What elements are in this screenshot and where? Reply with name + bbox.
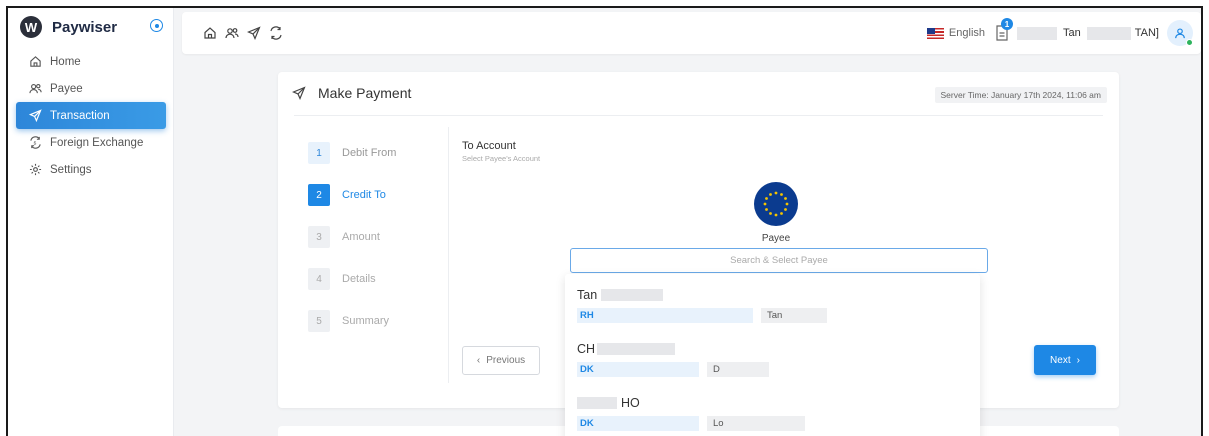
step-number: 2 bbox=[308, 184, 330, 206]
sidebar-toggle-icon[interactable] bbox=[150, 19, 163, 32]
brand[interactable]: W Paywiser bbox=[20, 16, 117, 38]
payee-name: CH bbox=[577, 342, 769, 356]
account-holder: Tan bbox=[761, 308, 827, 323]
step-details: 4 Details bbox=[308, 258, 396, 300]
redacted-block bbox=[577, 397, 617, 409]
step-label: Amount bbox=[342, 231, 380, 243]
chevron-left-icon: ‹ bbox=[476, 355, 481, 366]
stepper: 1 Debit From 2 Credit To 3 Amount 4 Deta… bbox=[308, 132, 396, 342]
users-icon[interactable] bbox=[224, 25, 240, 41]
top-bar: English 1 Tan TAN] bbox=[182, 12, 1201, 54]
user-area: English 1 Tan TAN] bbox=[926, 18, 1193, 48]
notification-badge: 1 bbox=[1001, 18, 1013, 30]
payee-dropdown: Tan RH Tan CH DK D HO DK Lo bbox=[565, 274, 980, 436]
exchange-icon: $ bbox=[28, 136, 42, 150]
user-name[interactable]: Tan TAN] bbox=[1017, 26, 1159, 40]
section-subtitle: Select Payee's Account bbox=[462, 154, 541, 163]
app-window: W Paywiser Home Payee Transaction $ Fore… bbox=[6, 6, 1203, 436]
notifications-button[interactable]: 1 bbox=[995, 18, 1013, 42]
page-title: Make Payment bbox=[318, 85, 412, 101]
sidebar-item-home[interactable]: Home bbox=[16, 48, 166, 75]
sidebar-nav: Home Payee Transaction $ Foreign Exchang… bbox=[8, 48, 173, 183]
step-label: Debit From bbox=[342, 147, 397, 159]
iban-badge: DK bbox=[577, 416, 699, 431]
payee-label: Payee bbox=[761, 233, 791, 244]
sidebar-item-label: Settings bbox=[50, 163, 92, 176]
divider bbox=[294, 115, 1103, 116]
step-number: 5 bbox=[308, 310, 330, 332]
sidebar-item-foreign-exchange[interactable]: $ Foreign Exchange bbox=[16, 129, 166, 156]
home-icon bbox=[28, 55, 42, 69]
step-label: Summary bbox=[342, 315, 390, 327]
iban-badge: DK bbox=[577, 362, 699, 377]
payee-name-text: CH bbox=[577, 342, 596, 356]
step-summary: 5 Summary bbox=[308, 300, 396, 342]
payee-option[interactable]: HO DK Lo bbox=[577, 396, 805, 431]
payee-accounts: DK D bbox=[577, 362, 769, 377]
users-icon bbox=[28, 82, 42, 96]
step-number: 1 bbox=[308, 142, 330, 164]
gear-icon bbox=[28, 163, 42, 177]
eu-flag-icon bbox=[754, 182, 798, 226]
brand-name: Paywiser bbox=[52, 18, 118, 36]
chevron-right-icon: › bbox=[1076, 354, 1080, 366]
send-icon bbox=[28, 109, 42, 123]
sidebar-item-payee[interactable]: Payee bbox=[16, 75, 166, 102]
payee-option[interactable]: Tan RH Tan bbox=[577, 288, 827, 323]
payee-search-input[interactable] bbox=[570, 248, 988, 273]
step-debit-from[interactable]: 1 Debit From bbox=[308, 132, 396, 174]
send-icon[interactable] bbox=[246, 25, 262, 41]
payee-accounts: DK Lo bbox=[577, 416, 805, 431]
account-holder: D bbox=[707, 362, 769, 377]
avatar[interactable] bbox=[1167, 20, 1193, 46]
sidebar-item-label: Foreign Exchange bbox=[50, 136, 144, 149]
step-number: 3 bbox=[308, 226, 330, 248]
exchange-icon[interactable] bbox=[268, 25, 284, 41]
user-last-name: TAN] bbox=[1134, 27, 1159, 39]
to-account-heading: To Account Select Payee's Account bbox=[462, 140, 540, 163]
svg-text:$: $ bbox=[33, 140, 36, 145]
redacted-block bbox=[597, 343, 676, 355]
section-title: To Account bbox=[462, 140, 516, 152]
previous-label: Previous bbox=[486, 355, 526, 366]
payee-name: Tan bbox=[577, 288, 827, 302]
redacted-block bbox=[1017, 26, 1057, 40]
card-header: Make Payment bbox=[291, 85, 412, 101]
payee-name: HO bbox=[577, 396, 805, 410]
step-credit-to[interactable]: 2 Credit To bbox=[308, 174, 396, 216]
sidebar-item-settings[interactable]: Settings bbox=[16, 156, 166, 183]
sidebar-item-label: Transaction bbox=[50, 109, 110, 122]
payee-name-text: HO bbox=[621, 396, 640, 410]
divider bbox=[448, 127, 449, 383]
sidebar: W Paywiser Home Payee Transaction $ Fore… bbox=[8, 8, 174, 436]
iban-badge: RH bbox=[577, 308, 753, 323]
sidebar-item-label: Payee bbox=[50, 82, 83, 95]
quick-nav bbox=[202, 25, 284, 41]
account-holder: Lo bbox=[707, 416, 805, 431]
next-label: Next bbox=[1050, 354, 1071, 366]
step-number: 4 bbox=[308, 268, 330, 290]
previous-button[interactable]: ‹ Previous bbox=[462, 346, 540, 375]
payee-option[interactable]: CH DK D bbox=[577, 342, 769, 377]
user-first-name: Tan bbox=[1063, 27, 1081, 39]
payee-name-text: Tan bbox=[577, 288, 598, 302]
step-amount: 3 Amount bbox=[308, 216, 396, 258]
send-icon bbox=[291, 86, 306, 101]
redacted-block bbox=[601, 289, 664, 301]
payee-accounts: RH Tan bbox=[577, 308, 827, 323]
server-time-badge: Server Time: January 17th 2024, 11:06 am bbox=[934, 87, 1107, 103]
step-label: Credit To bbox=[342, 189, 386, 201]
next-button[interactable]: Next › bbox=[1034, 345, 1096, 375]
us-flag-icon bbox=[926, 27, 944, 39]
user-icon bbox=[1175, 28, 1185, 39]
brand-logo: W bbox=[20, 16, 42, 38]
step-label: Details bbox=[342, 273, 376, 285]
online-status-dot bbox=[1186, 39, 1193, 46]
redacted-block bbox=[1086, 26, 1131, 40]
sidebar-item-label: Home bbox=[50, 55, 81, 68]
home-icon[interactable] bbox=[202, 25, 218, 41]
language-selector[interactable]: English bbox=[949, 27, 985, 39]
sidebar-item-transaction[interactable]: Transaction bbox=[16, 102, 166, 129]
